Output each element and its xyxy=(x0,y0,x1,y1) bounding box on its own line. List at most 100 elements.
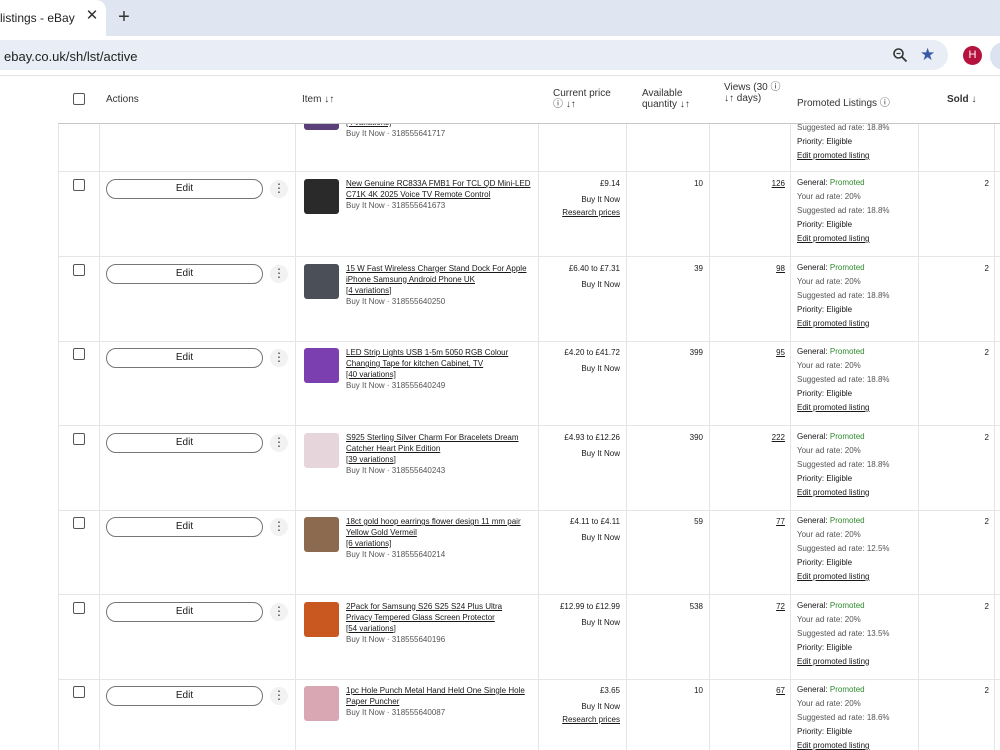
edit-promoted-link[interactable]: Edit promoted listing xyxy=(797,401,890,415)
item-variations[interactable]: [54 variations] xyxy=(346,624,396,633)
item-thumbnail[interactable] xyxy=(304,348,339,383)
browser-tab[interactable]: listings - eBay Se ✕ xyxy=(0,0,106,36)
promoted-status: General: Promoted xyxy=(797,514,890,528)
edit-button[interactable]: Edit xyxy=(106,686,263,706)
row-checkbox[interactable] xyxy=(73,348,85,360)
item-thumbnail[interactable] xyxy=(304,432,339,468)
research-prices-link[interactable]: Research prices xyxy=(562,208,620,217)
sold-count: 2 xyxy=(984,432,989,442)
more-actions-icon[interactable]: ⋮ xyxy=(270,518,288,536)
sort-down-icon[interactable]: ↓ xyxy=(971,94,976,105)
info-icon[interactable]: ⓘ xyxy=(880,98,890,109)
header-sold[interactable]: Sold ↓ xyxy=(947,94,976,105)
close-icon[interactable]: ✕ xyxy=(85,8,99,23)
edit-promoted-link[interactable]: Edit promoted listing xyxy=(797,570,890,584)
general-label: General: xyxy=(797,600,828,610)
listing-format: Buy It Now xyxy=(581,279,620,289)
general-label: General: xyxy=(797,347,828,356)
current-price: £4.11 to £4.11 xyxy=(570,517,620,526)
row-checkbox[interactable] xyxy=(73,686,85,698)
more-actions-icon[interactable]: ⋮ xyxy=(270,180,288,198)
sort-icon[interactable]: ↓↑ xyxy=(680,99,690,110)
views-count[interactable]: 222 xyxy=(772,433,785,442)
zoom-icon[interactable] xyxy=(892,47,908,63)
item-thumbnail[interactable] xyxy=(304,686,339,721)
item-title[interactable]: New Genuine RC833A FMB1 For TCL QD Mini-… xyxy=(346,178,536,200)
header-promoted-listings[interactable]: Promoted Listings ⓘ xyxy=(797,94,890,109)
research-prices-link[interactable]: Research prices xyxy=(562,715,620,724)
row-checkbox[interactable] xyxy=(73,263,85,276)
url-text[interactable]: ebay.co.uk/sh/lst/active xyxy=(4,49,137,64)
table-row: Edit ⋮ LED Strip Lights USB 1-5m 5050 RGB … xyxy=(58,341,1000,426)
item-title[interactable]: 1pc Hole Punch Metal Hand Held One Singl… xyxy=(346,685,536,707)
table-row: Edit ⋮ 18ct gold hoop earrings flower desi… xyxy=(58,510,1000,595)
item-thumbnail[interactable] xyxy=(304,517,339,552)
views-count[interactable]: 77 xyxy=(776,517,785,526)
new-tab-button[interactable]: + xyxy=(114,7,134,27)
views-count[interactable]: 98 xyxy=(776,264,785,273)
item-title[interactable]: LED Strip Lights USB 1-5m 5050 RGB Colou… xyxy=(346,347,536,369)
edit-promoted-link[interactable]: Edit promoted listing xyxy=(797,149,890,163)
more-actions-icon[interactable]: ⋮ xyxy=(270,433,288,452)
avatar[interactable]: H xyxy=(963,46,982,65)
edit-promoted-link[interactable]: Edit promoted listing xyxy=(797,655,890,669)
header-views[interactable]: Views (30 ⓘ ↓↑ days) xyxy=(724,82,784,104)
item-thumbnail[interactable] xyxy=(304,179,339,214)
edit-promoted-link[interactable]: Edit promoted listing xyxy=(797,317,890,331)
row-checkbox[interactable] xyxy=(73,517,85,529)
more-actions-icon[interactable]: ⋮ xyxy=(270,264,288,283)
row-checkbox[interactable] xyxy=(73,601,85,614)
item-title[interactable]: 2Pack for Samsung S26 S25 S24 Plus Ultra… xyxy=(346,601,536,623)
item-title[interactable]: 18ct gold hoop earrings flower design 11… xyxy=(346,516,536,538)
current-price: £6.40 to £7.31 xyxy=(568,263,620,273)
header-current-price[interactable]: Current price ⓘ ↓↑ xyxy=(553,88,613,110)
item-variations[interactable]: [6 variations] xyxy=(346,539,391,548)
edit-promoted-link[interactable]: Edit promoted listing xyxy=(797,232,890,246)
views-count[interactable]: 67 xyxy=(776,686,785,695)
item-title-line: S925 Sterling Silver Charm For Bracelets… xyxy=(346,432,519,442)
general-label: General: xyxy=(797,178,828,187)
item-title-line: 1pc Hole Punch Metal Hand Held One Singl… xyxy=(346,686,525,695)
suggested-ad-rate: Suggested ad rate: 18.6% xyxy=(797,713,890,722)
views-count[interactable]: 72 xyxy=(776,602,785,611)
item-variations[interactable]: [40 variations] xyxy=(346,370,396,379)
edit-button[interactable]: Edit xyxy=(106,432,263,453)
edit-button[interactable]: Edit xyxy=(106,263,263,284)
item-variations[interactable]: [39 variations] xyxy=(346,455,396,464)
omnibox[interactable] xyxy=(0,40,948,70)
more-actions-icon[interactable]: ⋮ xyxy=(270,687,288,705)
promoted-status: General: Promoted xyxy=(797,430,890,444)
sort-icon[interactable]: ↓↑ xyxy=(324,94,334,105)
item-title-line: C71K 4K 2025 Voice TV Remote Control xyxy=(346,190,491,199)
item-format-id: Buy It Now · 318555640250 xyxy=(346,296,446,306)
sold-count: 2 xyxy=(984,517,989,526)
more-actions-icon[interactable]: ⋮ xyxy=(270,349,288,367)
item-thumbnail[interactable] xyxy=(304,601,339,637)
row-checkbox[interactable] xyxy=(73,179,85,191)
header-item[interactable]: Item ↓↑ xyxy=(302,94,334,105)
header-available-quantity[interactable]: Available quantity ↓↑ xyxy=(642,88,700,110)
views-count[interactable]: 95 xyxy=(776,348,785,357)
priority-text: Priority: Eligible xyxy=(797,389,853,398)
views-count[interactable]: 126 xyxy=(772,179,785,188)
bookmark-star-icon[interactable]: ★ xyxy=(920,45,935,65)
suggested-ad-rate: Suggested ad rate: 12.5% xyxy=(797,544,890,553)
promoted-details: Suggested ad rate: 18.8% Priority: Eligi… xyxy=(797,121,890,163)
edit-promoted-link[interactable]: Edit promoted listing xyxy=(797,486,890,500)
item-title-line: 18ct gold hoop earrings flower design 11… xyxy=(346,517,521,526)
priority-text: Priority: Eligible xyxy=(797,727,853,736)
edit-button[interactable]: Edit xyxy=(106,601,263,622)
item-title[interactable]: 15 W Fast Wireless Charger Stand Dock Fo… xyxy=(346,263,536,285)
info-sort-icon[interactable]: ⓘ ↓↑ xyxy=(553,99,576,110)
item-thumbnail[interactable] xyxy=(304,263,339,299)
more-actions-icon[interactable]: ⋮ xyxy=(270,602,288,621)
edit-button[interactable]: Edit xyxy=(106,179,263,199)
edit-promoted-link[interactable]: Edit promoted listing xyxy=(797,739,890,750)
item-title[interactable]: S925 Sterling Silver Charm For Bracelets… xyxy=(346,432,536,454)
row-checkbox[interactable] xyxy=(73,432,85,445)
select-all-checkbox[interactable] xyxy=(73,93,85,105)
edit-button[interactable]: Edit xyxy=(106,517,263,537)
item-variations[interactable]: [4 variations] xyxy=(346,286,391,295)
edit-button[interactable]: Edit xyxy=(106,348,263,368)
item-format-id: Buy It Now · 318555640249 xyxy=(346,381,446,390)
